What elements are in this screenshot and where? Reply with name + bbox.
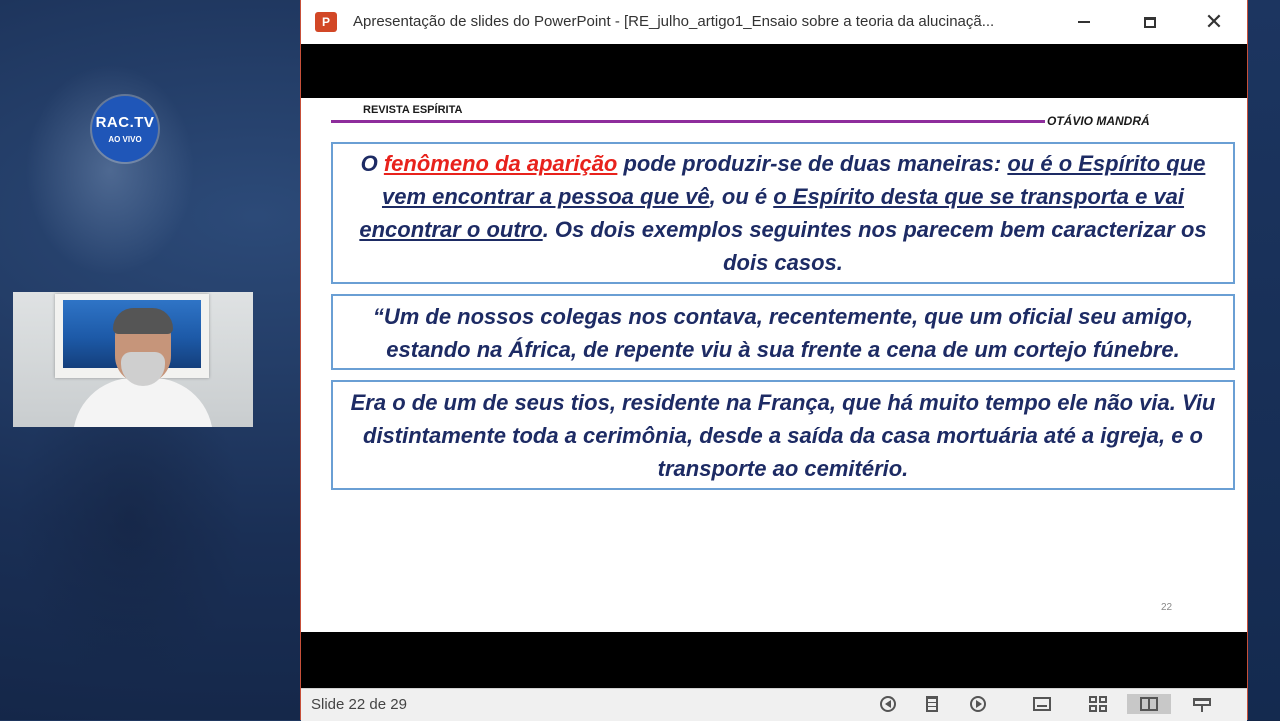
box1-text: O	[360, 151, 384, 176]
powerpoint-icon: P	[315, 12, 337, 32]
maximize-button[interactable]	[1135, 8, 1165, 36]
slideshow-button[interactable]	[1191, 694, 1213, 714]
next-slide-button[interactable]	[967, 694, 989, 714]
previous-slide-button[interactable]	[877, 694, 899, 714]
box1-text: , ou é	[709, 184, 774, 209]
broadcaster-logo: RAC.TV AO VIVO	[92, 96, 158, 162]
minimize-button[interactable]	[1069, 8, 1099, 36]
previous-icon	[880, 696, 896, 712]
minimize-icon	[1078, 21, 1090, 23]
text-box-1: O fenômeno da aparição pode produzir-se …	[331, 142, 1235, 284]
box1-text: pode produzir-se de duas maneiras:	[617, 151, 1008, 176]
text-box-2: “Um de nossos colegas nos contava, recen…	[331, 294, 1235, 370]
logo-brand: RAC.TV	[95, 114, 155, 131]
window-title: Apresentação de slides do PowerPoint - […	[353, 13, 995, 30]
slideshow-icon	[1193, 696, 1211, 712]
close-button[interactable]: ✕	[1199, 8, 1229, 36]
background-edge	[1248, 0, 1280, 720]
notes-icon	[926, 696, 938, 712]
maximize-icon	[1144, 16, 1156, 28]
slide-sorter-icon	[1089, 696, 1107, 712]
slide-sorter-button[interactable]	[1087, 694, 1109, 714]
text-box-3: Era o de um de seus tios, residente na F…	[331, 380, 1235, 490]
menu-button[interactable]	[921, 694, 943, 714]
slide-header-right: OTÁVIO MANDRÁ	[1047, 114, 1150, 128]
slide-counter: Slide 22 de 29	[311, 696, 407, 713]
header-divider	[331, 120, 1045, 123]
powerpoint-window: P Apresentação de slides do PowerPoint -…	[300, 0, 1248, 721]
webcam-feed	[13, 292, 253, 427]
box1-text: . Os dois exemplos seguintes nos parecem…	[542, 217, 1207, 275]
slide-canvas[interactable]: REVISTA ESPÍRITA OTÁVIO MANDRÁ O fenômen…	[301, 98, 1247, 632]
reading-view-button[interactable]	[1127, 694, 1171, 714]
status-bar: Slide 22 de 29	[301, 688, 1247, 721]
slide-page-number: 22	[1161, 602, 1173, 613]
box1-highlight: fenômeno da aparição	[383, 151, 618, 176]
next-icon	[970, 696, 986, 712]
reading-view-icon	[1140, 697, 1158, 711]
normal-view-button[interactable]	[1031, 694, 1053, 714]
title-bar[interactable]: P Apresentação de slides do PowerPoint -…	[301, 0, 1247, 44]
live-indicator: AO VIVO	[108, 135, 142, 144]
close-icon: ✕	[1204, 9, 1224, 34]
slide-header-left: REVISTA ESPÍRITA	[363, 104, 463, 116]
presenter-hair	[113, 308, 173, 334]
normal-view-icon	[1033, 697, 1051, 711]
